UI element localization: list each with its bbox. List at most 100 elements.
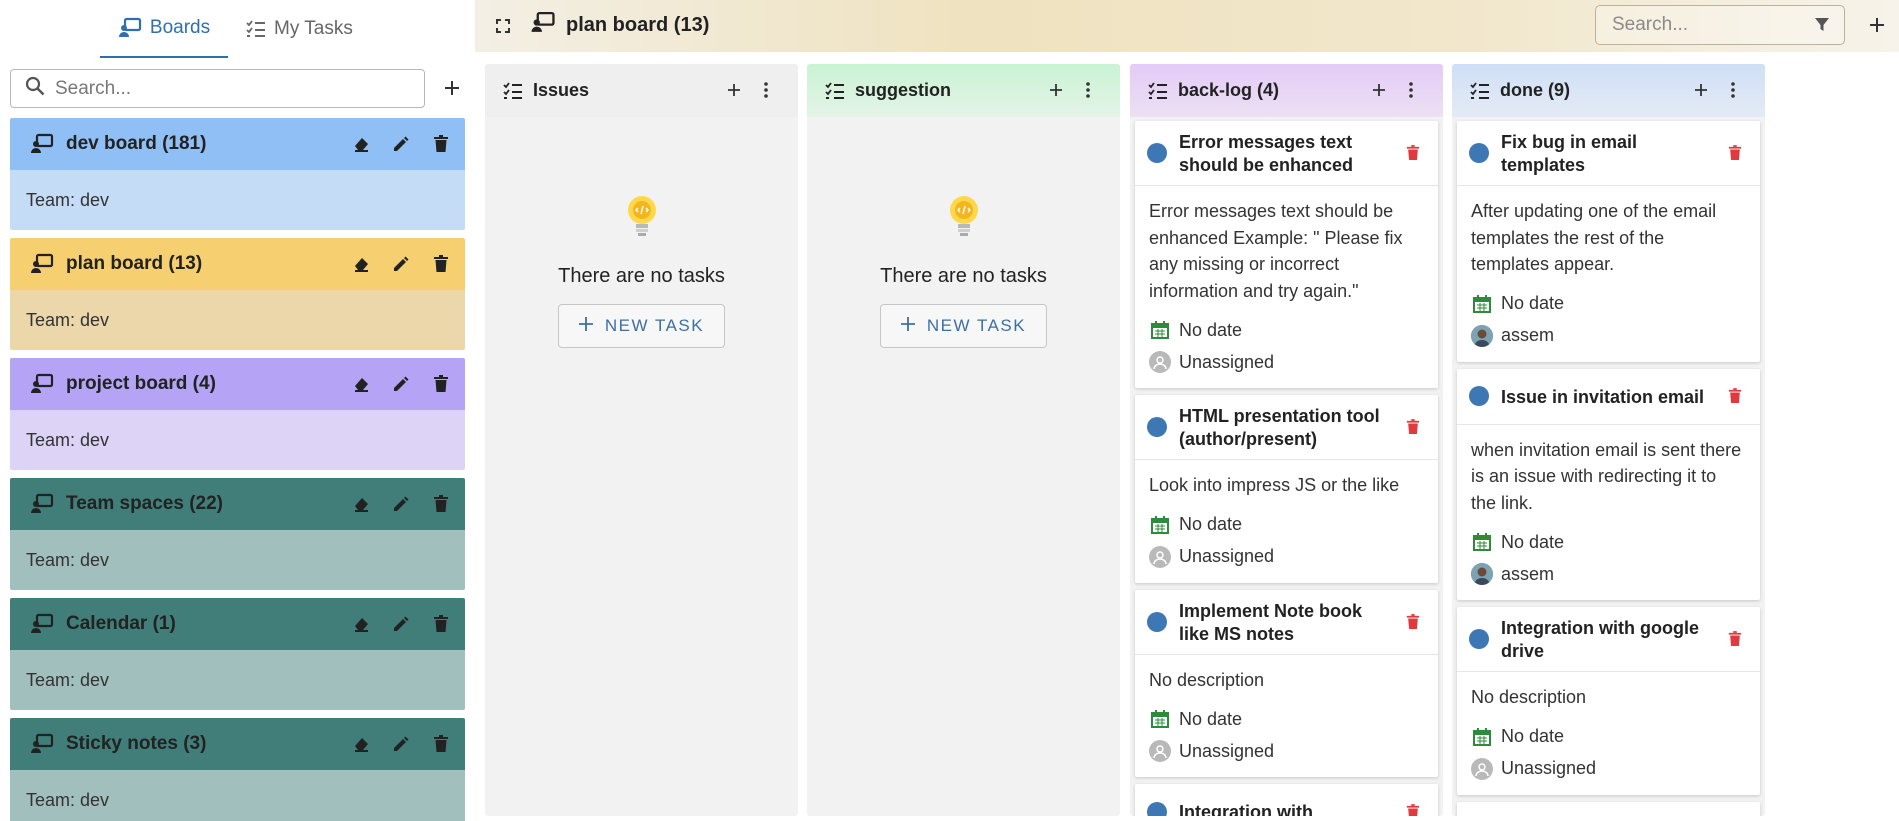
board-icon xyxy=(30,253,54,275)
eraser-icon[interactable] xyxy=(351,374,371,394)
board-card-header[interactable]: Calendar (1) xyxy=(10,598,465,650)
task-title: Integration with google drive xyxy=(1501,618,1699,661)
column-title: suggestion xyxy=(855,80,952,100)
board-card[interactable]: Calendar (1) Team: dev xyxy=(10,598,465,710)
calendar-icon xyxy=(1149,515,1171,534)
add-task-icon[interactable] xyxy=(1691,80,1711,100)
board-card-header[interactable]: plan board (13) xyxy=(10,238,465,290)
board-card[interactable]: dev board (181) Team: dev xyxy=(10,118,465,230)
new-task-button[interactable]: NEW TASK xyxy=(557,304,726,348)
calendar-icon xyxy=(1471,727,1493,746)
sidebar-search-input[interactable] xyxy=(55,77,385,100)
status-dot xyxy=(1469,386,1489,406)
board-search-input[interactable] xyxy=(1612,14,1802,36)
board-card-header[interactable]: project board (4) xyxy=(10,358,465,410)
delete-icon[interactable] xyxy=(431,614,451,634)
task-title: Fix bug in email templates xyxy=(1501,132,1638,175)
edit-icon[interactable] xyxy=(391,494,411,514)
edit-icon[interactable] xyxy=(391,734,411,754)
task-card[interactable]: Integration with google drive No descrip… xyxy=(1457,607,1760,795)
task-card-body: when invitation email is sent there is a… xyxy=(1457,425,1760,601)
task-card-body: Error messages text should be enhanced E… xyxy=(1135,186,1438,388)
edit-icon[interactable] xyxy=(391,134,411,154)
sidebar-search-row xyxy=(10,69,465,108)
board-card-header[interactable]: Sticky notes (3) xyxy=(10,718,465,770)
board-card-header[interactable]: dev board (181) xyxy=(10,118,465,170)
delete-icon[interactable] xyxy=(1406,803,1420,816)
status-dot xyxy=(1147,801,1167,816)
edit-icon[interactable] xyxy=(391,254,411,274)
tab-boards-label: Boards xyxy=(149,17,211,38)
status-dot xyxy=(1147,143,1167,163)
task-card[interactable]: HTML presentation tool (author/present) … xyxy=(1135,395,1438,583)
add-task-icon[interactable] xyxy=(1046,80,1066,100)
delete-icon[interactable] xyxy=(1406,613,1420,631)
fullscreen-icon[interactable] xyxy=(493,16,513,36)
task-card-body: No description No date Unassigned xyxy=(1457,672,1760,795)
board-card[interactable]: plan board (13) Team: dev xyxy=(10,238,465,350)
delete-icon[interactable] xyxy=(431,494,451,514)
calendar-icon xyxy=(1149,710,1171,728)
status-dot xyxy=(1147,417,1167,437)
task-date: No date xyxy=(1471,526,1746,558)
filter-icon[interactable] xyxy=(1814,17,1830,33)
board-search-box[interactable] xyxy=(1595,5,1845,45)
add-board-icon[interactable] xyxy=(438,74,466,102)
task-card[interactable]: Error messages text should be enhanced E… xyxy=(1135,121,1438,388)
task-card[interactable]: Fix bug in email templates After updatin… xyxy=(1457,121,1760,362)
tab-my-tasks[interactable]: My Tasks xyxy=(246,0,353,58)
eraser-icon[interactable] xyxy=(351,614,371,634)
task-assignee: Unassigned xyxy=(1149,346,1424,378)
task-assignee: Unassigned xyxy=(1149,735,1424,767)
task-assignee-text: Unassigned xyxy=(1179,740,1275,761)
eraser-icon[interactable] xyxy=(351,734,371,754)
page-title: plan board (13) xyxy=(530,0,709,50)
add-task-icon[interactable] xyxy=(1369,80,1389,100)
add-column-icon[interactable] xyxy=(1865,13,1889,37)
task-card[interactable]: Implement Note book like MS notes No des… xyxy=(1135,589,1438,777)
delete-icon[interactable] xyxy=(431,254,451,274)
delete-icon[interactable] xyxy=(1406,418,1420,436)
board-card[interactable]: Sticky notes (3) Team: dev xyxy=(10,718,465,821)
task-date-text: No date xyxy=(1501,726,1565,746)
edit-icon[interactable] xyxy=(391,614,411,634)
eraser-icon[interactable] xyxy=(351,254,371,274)
add-task-icon[interactable] xyxy=(724,80,744,100)
task-date-text: No date xyxy=(1179,319,1243,340)
more-vert-icon[interactable] xyxy=(1078,80,1098,100)
delete-icon[interactable] xyxy=(1728,144,1742,162)
more-vert-icon[interactable] xyxy=(756,80,776,100)
eraser-icon[interactable] xyxy=(351,134,371,154)
more-vert-icon[interactable] xyxy=(1723,80,1743,100)
task-card[interactable]: Issue in invitation email when invitatio… xyxy=(1457,368,1760,601)
board-card[interactable]: Team spaces (22) Team: dev xyxy=(10,478,465,590)
sidebar-search-box[interactable] xyxy=(10,69,425,108)
more-vert-icon[interactable] xyxy=(1401,80,1421,100)
board-icon xyxy=(30,733,54,755)
lightbulb-icon xyxy=(947,194,981,243)
task-card[interactable] xyxy=(1457,801,1760,816)
task-list: Error messages text should be enhanced E… xyxy=(1135,121,1438,816)
task-card[interactable]: Integration with xyxy=(1135,784,1438,816)
delete-icon[interactable] xyxy=(1728,630,1742,648)
new-task-button[interactable]: NEW TASK xyxy=(879,304,1048,348)
board-title: plan board (13) xyxy=(66,253,203,274)
board-team: Team: dev xyxy=(10,410,465,470)
edit-icon[interactable] xyxy=(391,374,411,394)
board-card[interactable]: project board (4) Team: dev xyxy=(10,358,465,470)
checklist-icon xyxy=(825,81,845,100)
delete-icon[interactable] xyxy=(431,134,451,154)
delete-icon[interactable] xyxy=(431,734,451,754)
board-actions xyxy=(351,718,451,770)
avatar xyxy=(1149,740,1171,762)
eraser-icon[interactable] xyxy=(351,494,371,514)
delete-icon[interactable] xyxy=(431,374,451,394)
delete-icon[interactable] xyxy=(1406,144,1420,162)
board-header: plan board (13) xyxy=(475,0,1899,52)
column-header: suggestion xyxy=(807,64,1120,117)
column: suggestion There are no tasks NEW TASK xyxy=(807,64,1120,816)
delete-icon[interactable] xyxy=(1728,387,1742,405)
tab-boards[interactable]: Boards xyxy=(100,0,228,58)
task-assignee: assem xyxy=(1471,320,1746,352)
board-card-header[interactable]: Team spaces (22) xyxy=(10,478,465,530)
